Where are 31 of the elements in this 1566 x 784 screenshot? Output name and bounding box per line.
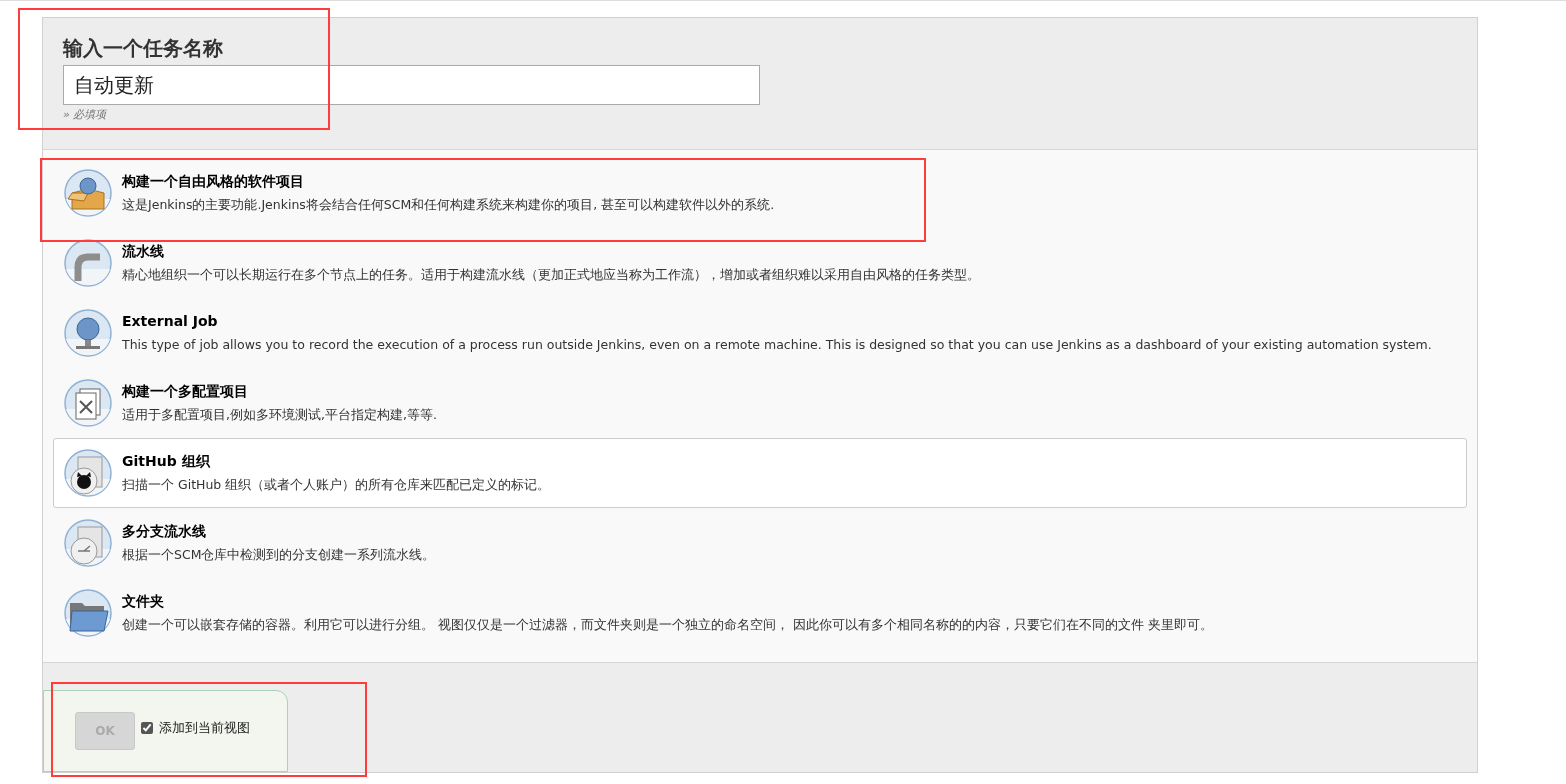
folder-icon (64, 589, 112, 637)
option-title: 多分支流水线 (122, 522, 207, 542)
job-type-option[interactable]: GitHub 组织 扫描一个 GitHub 组织（或者个人账户）的所有仓库来匹配已定义的标记。 (53, 438, 1467, 508)
box-icon (64, 169, 112, 217)
option-description: 根据一个SCM仓库中检测到的分支创建一系列流水线。 (122, 546, 436, 565)
option-description: 适用于多配置项目,例如多环境测试,平台指定构建,等等. (122, 406, 437, 425)
option-title: 文件夹 (122, 592, 165, 612)
add-to-view-checkbox[interactable] (141, 722, 153, 734)
job-type-option[interactable]: 文件夹 创建一个可以嵌套存储的容器。利用它可以进行分组。 视图仅仅是一个过滤器，而文件夹则是一个独立的命名空间， 因此你可以有多个相同名称的的内容，只要它们在不同的文件 夹里即可。 (53, 578, 1467, 648)
task-name-label: 输入一个任务名称 (63, 35, 224, 62)
branch-icon (64, 519, 112, 567)
job-type-option[interactable]: 多分支流水线 根据一个SCM仓库中检测到的分支创建一系列流水线。 (53, 508, 1467, 578)
option-title: 构建一个多配置项目 (122, 382, 249, 402)
option-title: 构建一个自由风格的软件项目 (122, 172, 305, 192)
option-title: 流水线 (122, 242, 165, 262)
job-type-option[interactable]: 流水线 精心地组织一个可以长期运行在多个节点上的任务。适用于构建流水线（更加正式地应当称为工作流），增加或者组织难以采用自由风格的任务类型。 (53, 228, 1467, 298)
option-description: 这是Jenkins的主要功能.Jenkins将会结合任何SCM和任何构建系统来构建你的项目, 甚至可以构建软件以外的系统. (122, 196, 775, 215)
documents-icon (64, 379, 112, 427)
job-type-option[interactable]: 构建一个自由风格的软件项目 这是Jenkins的主要功能.Jenkins将会结合任何SCM和任何构建系统来构建你的项目, 甚至可以构建软件以外的系统. (53, 158, 1467, 228)
add-to-view-label: 添加到当前视图 (159, 719, 250, 738)
job-type-option[interactable]: 构建一个多配置项目 适用于多配置项目,例如多环境测试,平台指定构建,等等. (53, 368, 1467, 438)
option-description: 精心地组织一个可以长期运行在多个节点上的任务。适用于构建流水线（更加正式地应当称为工作流），增加或者组织难以采用自由风格的任务类型。 (122, 266, 980, 285)
option-description: 扫描一个 GitHub 组织（或者个人账户）的所有仓库来匹配已定义的标记。 (122, 476, 551, 495)
option-description: 创建一个可以嵌套存储的容器。利用它可以进行分组。 视图仅仅是一个过滤器，而文件夹则是一个独立的命名空间， 因此你可以有多个相同名称的的内容，只要它们在不同的文件 夹里即可。 (122, 616, 1213, 635)
required-hint: » 必填项 (63, 107, 108, 123)
option-description: This type of job allows you to record the execution of a process run outside Jenkins, even on a remote machine. This is designed so that you can use Jenkins as a dashboard of your existing automation system. (122, 336, 1432, 355)
option-title: External Job (122, 312, 219, 332)
globe-icon (64, 309, 112, 357)
pipe-icon (64, 239, 112, 287)
task-name-field[interactable]: 自动更新 (63, 65, 760, 105)
option-title: GitHub 组织 (122, 452, 211, 472)
